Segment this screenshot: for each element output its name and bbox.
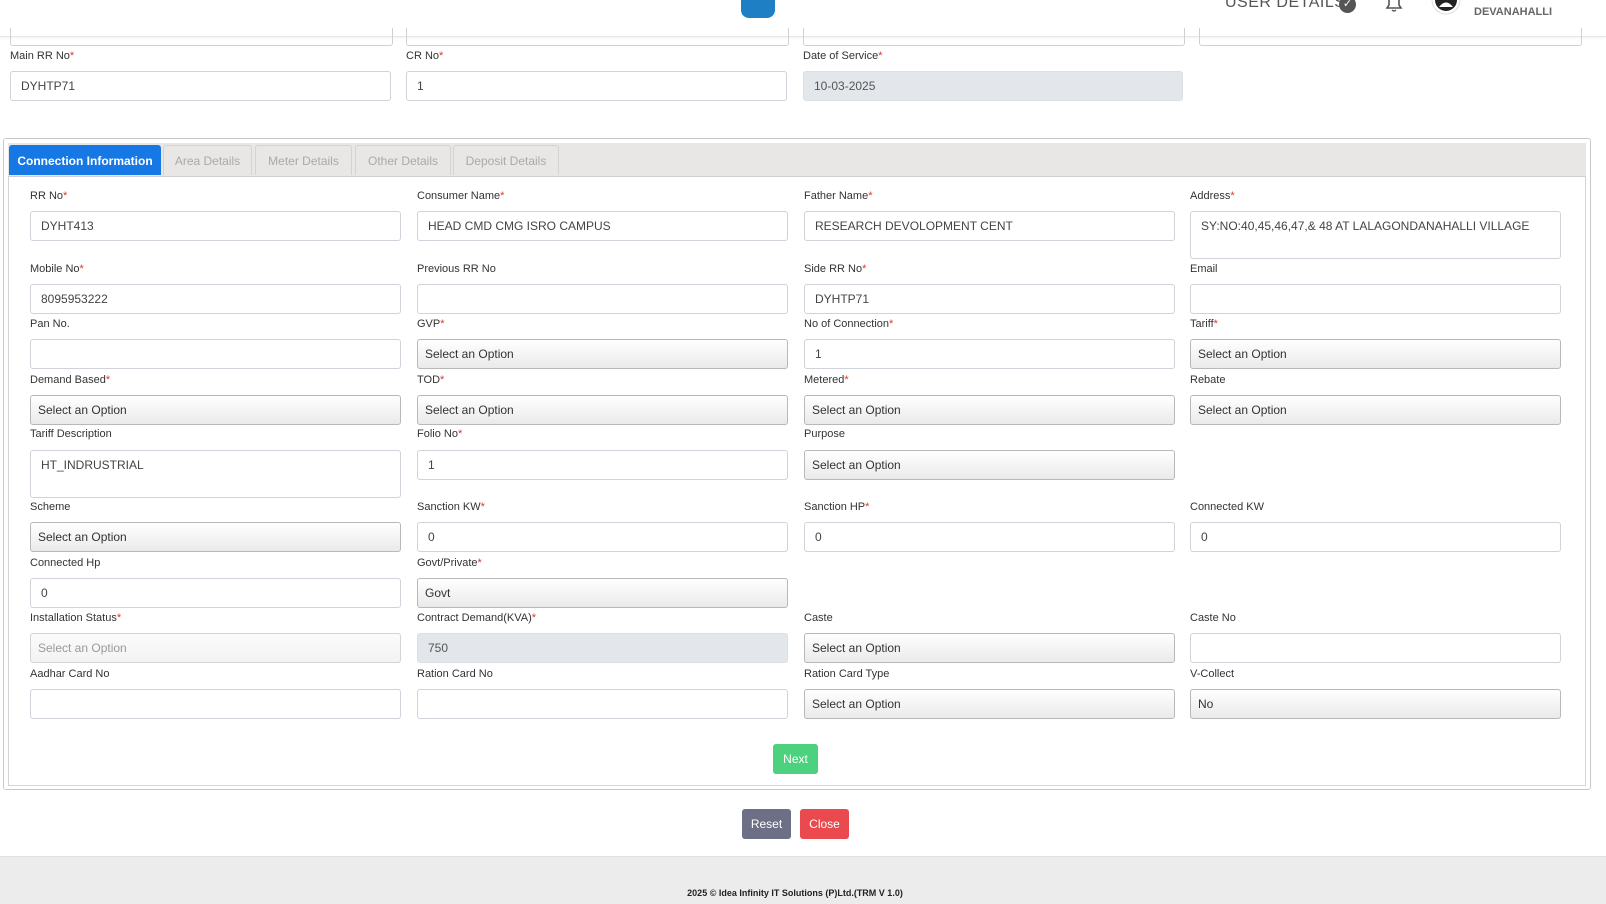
purpose-select[interactable]: Select an Option <box>804 450 1175 480</box>
father-name-label: Father Name* <box>804 190 873 202</box>
partial-field-4[interactable] <box>1199 28 1582 46</box>
avatar-icon[interactable] <box>1430 0 1462 16</box>
govt-private-label: Govt/Private* <box>417 557 482 569</box>
user-details-menu[interactable]: USER DETAILS <box>1225 0 1345 12</box>
main-rr-no-input[interactable]: DYHTP71 <box>10 71 391 101</box>
gvp-label: GVP* <box>417 318 445 330</box>
cr-no-input[interactable]: 1 <box>406 71 787 101</box>
ration-card-no-input[interactable] <box>417 689 788 719</box>
pan-no-label: Pan No. <box>30 318 70 330</box>
sanction-kw-input[interactable]: 0 <box>417 522 788 552</box>
consumer-name-label: Consumer Name* <box>417 190 505 202</box>
email-input[interactable] <box>1190 284 1561 314</box>
ration-card-no-label: Ration Card No <box>417 668 493 680</box>
close-button[interactable]: Close <box>800 809 849 839</box>
tab-connection-information[interactable]: Connection Information <box>9 145 161 175</box>
partial-field-2[interactable] <box>406 28 789 46</box>
purpose-label: Purpose <box>804 428 845 440</box>
folio-no-label: Folio No* <box>417 428 463 440</box>
tab-area-details[interactable]: Area Details <box>163 145 252 175</box>
caste-select[interactable]: Select an Option <box>804 633 1175 663</box>
folio-no-input[interactable]: 1 <box>417 450 788 480</box>
date-of-service-label: Date of Service* <box>803 50 883 62</box>
no-of-connection-label: No of Connection* <box>804 318 894 330</box>
contract-demand-input: 750 <box>417 633 788 663</box>
sanction-hp-input[interactable]: 0 <box>804 522 1175 552</box>
ration-card-type-select[interactable]: Select an Option <box>804 689 1175 719</box>
reset-button[interactable]: Reset <box>742 809 791 839</box>
father-name-input[interactable]: RESEARCH DEVOLOPMENT CENT <box>804 211 1175 241</box>
tod-label: TOD* <box>417 374 445 386</box>
connected-kw-label: Connected KW <box>1190 501 1264 513</box>
rebate-label: Rebate <box>1190 374 1226 386</box>
rr-no-input[interactable]: DYHT413 <box>30 211 401 241</box>
v-collect-label: V-Collect <box>1190 668 1235 680</box>
previous-rr-no-label: Previous RR No <box>417 263 496 275</box>
sanction-hp-label: Sanction HP* <box>804 501 870 513</box>
next-button[interactable]: Next <box>773 744 818 774</box>
partial-field-3[interactable] <box>803 28 1185 46</box>
previous-rr-no-input[interactable] <box>417 284 788 314</box>
caste-label: Caste <box>804 612 833 624</box>
mobile-no-input[interactable]: 8095953222 <box>30 284 401 314</box>
metered-label: Metered* <box>804 374 849 386</box>
connected-hp-label: Connected Hp <box>30 557 101 569</box>
no-of-connection-input[interactable]: 1 <box>804 339 1175 369</box>
cr-no-label: CR No* <box>406 50 444 62</box>
aadhar-card-no-label: Aadhar Card No <box>30 668 110 680</box>
rr-no-label: RR No* <box>30 190 68 202</box>
location-label: DEVANAHALLI <box>1474 6 1553 18</box>
footer-copyright: 2025 © Idea Infinity IT Solutions (P)Ltd… <box>687 888 903 898</box>
caste-no-label: Caste No <box>1190 612 1236 624</box>
bell-icon[interactable] <box>1383 0 1405 12</box>
ration-card-type-label: Ration Card Type <box>804 668 890 680</box>
scheme-select[interactable]: Select an Option <box>30 522 401 552</box>
sanction-kw-label: Sanction KW* <box>417 501 485 513</box>
contract-demand-label: Contract Demand(KVA)* <box>417 612 537 624</box>
address-label: Address* <box>1190 190 1235 202</box>
demand-based-select[interactable]: Select an Option <box>30 395 401 425</box>
demand-based-label: Demand Based* <box>30 374 111 386</box>
rebate-select[interactable]: Select an Option <box>1190 395 1561 425</box>
installation-status-label: Installation Status* <box>30 612 122 624</box>
tab-other-details[interactable]: Other Details <box>355 145 451 175</box>
govt-private-select[interactable]: Govt <box>417 578 788 608</box>
address-textarea[interactable]: SY:NO:40,45,46,47,& 48 AT LALAGONDANAHAL… <box>1190 211 1561 259</box>
tariff-description-label: Tariff Description <box>30 428 112 440</box>
aadhar-card-no-input[interactable] <box>30 689 401 719</box>
v-collect-select[interactable]: No <box>1190 689 1561 719</box>
logo-text: BESCOM <box>742 11 767 17</box>
email-label: Email <box>1190 263 1218 275</box>
side-rr-no-input[interactable]: DYHTP71 <box>804 284 1175 314</box>
side-rr-no-label: Side RR No* <box>804 263 867 275</box>
installation-status-select[interactable]: Select an Option <box>30 633 401 663</box>
gvp-select[interactable]: Select an Option <box>417 339 788 369</box>
metered-select[interactable]: Select an Option <box>804 395 1175 425</box>
tariff-select[interactable]: Select an Option <box>1190 339 1561 369</box>
tod-select[interactable]: Select an Option <box>417 395 788 425</box>
main-rr-no-label: Main RR No* <box>10 50 75 62</box>
scheme-label: Scheme <box>30 501 71 513</box>
caste-no-input[interactable] <box>1190 633 1561 663</box>
connected-kw-input[interactable]: 0 <box>1190 522 1561 552</box>
tab-deposit-details[interactable]: Deposit Details <box>453 145 559 175</box>
partial-field-1[interactable] <box>10 28 393 46</box>
tariff-label: Tariff* <box>1190 318 1218 330</box>
connected-hp-input[interactable]: 0 <box>30 578 401 608</box>
date-of-service-input: 10-03-2025 <box>803 71 1183 101</box>
mobile-no-label: Mobile No* <box>30 263 84 275</box>
tariff-description-input[interactable]: HT_INDRUSTRIAL <box>30 450 401 498</box>
consumer-name-input[interactable]: HEAD CMD CMG ISRO CAMPUS <box>417 211 788 241</box>
pan-no-input[interactable] <box>30 339 401 369</box>
tab-meter-details[interactable]: Meter Details <box>255 145 352 175</box>
